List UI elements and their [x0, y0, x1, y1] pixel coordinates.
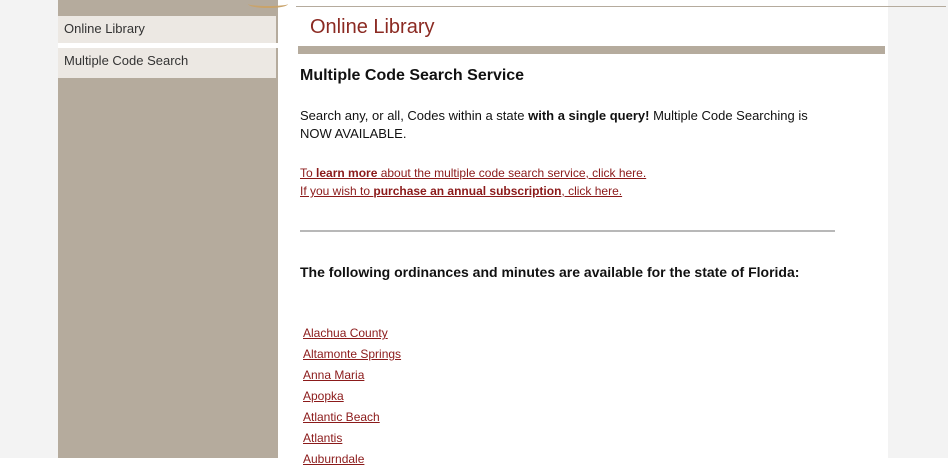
top-decoration [58, 0, 946, 8]
place-link[interactable]: Auburndale [303, 449, 401, 470]
available-heading: The following ordinances and minutes are… [300, 264, 800, 280]
place-list: Alachua County Altamonte Springs Anna Ma… [303, 323, 401, 470]
purchase-link-prefix: If you wish to [300, 184, 374, 198]
sidebar-item-online-library[interactable]: Online Library [58, 16, 276, 43]
place-link[interactable]: Alachua County [303, 323, 401, 344]
place-link[interactable]: Anna Maria [303, 365, 401, 386]
learn-link-prefix: To [300, 166, 317, 180]
place-link[interactable]: Atlantis [303, 428, 401, 449]
sidebar-item-label: Multiple Code Search [64, 53, 189, 68]
header-divider-bar [298, 46, 885, 54]
right-margin [888, 0, 948, 458]
purchase-link-suffix: , click here. [561, 184, 623, 198]
learn-link-bold: learn more [316, 166, 378, 180]
top-rule [296, 6, 946, 7]
horizontal-divider [300, 230, 835, 232]
place-link[interactable]: Atlantic Beach [303, 407, 401, 428]
intro-bold: with a single query! [528, 108, 650, 123]
intro-part1: Search any, or all, Codes within a state [300, 108, 529, 123]
learn-link-suffix: about the multiple code search service, … [377, 166, 647, 180]
purchase-link-bold: purchase an annual subscription [373, 184, 562, 198]
purchase-subscription-link[interactable]: If you wish to purchase an annual subscr… [300, 184, 622, 198]
sidebar-item-multiple-code-search[interactable]: Multiple Code Search [58, 48, 276, 78]
place-link[interactable]: Apopka [303, 386, 401, 407]
left-margin [0, 0, 58, 458]
intro-text: Search any, or all, Codes within a state… [300, 107, 840, 143]
page-title: Online Library [310, 16, 435, 38]
learn-more-link[interactable]: To learn more about the multiple code se… [300, 166, 646, 180]
sidebar-item-label: Online Library [64, 21, 145, 36]
logo-swash-icon [248, 0, 288, 8]
place-link[interactable]: Altamonte Springs [303, 344, 401, 365]
section-title: Multiple Code Search Service [300, 67, 525, 84]
